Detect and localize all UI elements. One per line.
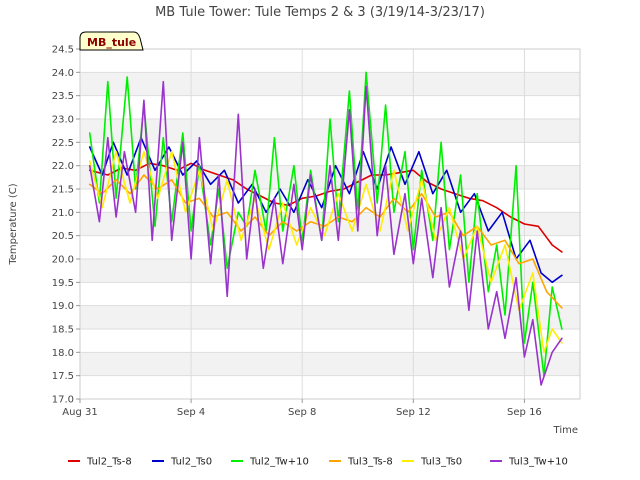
- chart-title: MB Tule Tower: Tule Temps 2 & 3 (3/19/14…: [155, 5, 485, 20]
- y-tick-label: 24.5: [52, 45, 74, 56]
- y-tick-label: 20.5: [52, 231, 74, 242]
- x-tick-label: Sep 4: [177, 407, 205, 418]
- x-tick-label: Sep 12: [396, 407, 431, 418]
- y-tick-label: 20.0: [52, 255, 74, 266]
- grid-band: [80, 49, 580, 73]
- y-tick-label: 23.0: [52, 115, 74, 126]
- legend-label: Tul2_Ts0: [170, 457, 212, 468]
- legend-label: Tul2_Ts-8: [86, 457, 132, 468]
- y-tick-label: 18.5: [52, 325, 74, 336]
- y-tick-label: 24.0: [52, 68, 74, 79]
- x-tick-label: Sep 8: [288, 407, 316, 418]
- y-tick-label: 19.5: [52, 278, 74, 289]
- badge-label: MB_tule: [87, 36, 136, 49]
- x-axis-ticks: Aug 31 Sep 4 Sep 8 Sep 12 Sep 16: [62, 399, 542, 418]
- grid-band: [80, 95, 580, 119]
- y-tick-label: 18.0: [52, 348, 74, 359]
- y-tick-label: 21.5: [52, 185, 74, 196]
- x-tick-label: Aug 31: [62, 407, 97, 418]
- y-tick-label: 22.5: [52, 138, 74, 149]
- legend-label: Tul3_Ts0: [420, 457, 462, 468]
- y-tick-label: 17.5: [52, 371, 74, 382]
- legend-label: Tul2_Tw+10: [249, 457, 309, 468]
- grid-band: [80, 282, 580, 306]
- grid-band: [80, 72, 580, 96]
- grid-band: [80, 352, 580, 376]
- x-tick-label: Sep 16: [507, 407, 542, 418]
- badge: MB_tule: [79, 31, 144, 51]
- y-tick-label: 17.0: [52, 395, 74, 406]
- grid-band: [80, 142, 580, 166]
- legend-label: Tul3_Tw+10: [508, 457, 568, 468]
- grid-band: [80, 329, 580, 353]
- legend: Tul2_Ts-8 Tul2_Ts0 Tul2_Tw+10 Tul3_Ts-8 Tul3…: [68, 457, 568, 468]
- y-tick-label: 21.0: [52, 208, 74, 219]
- grid-band: [80, 375, 580, 399]
- x-axis-label: Time: [553, 425, 578, 436]
- y-tick-label: 19.0: [52, 301, 74, 312]
- chart: MB Tule Tower: Tule Temps 2 & 3 (3/19/14…: [8, 5, 581, 468]
- y-tick-label: 22.0: [52, 161, 74, 172]
- grid-band: [80, 259, 580, 283]
- y-axis-ticks: 17.0 17.5 18.0 18.5 19.0 19.5 20.0 20.5 21.0 21.5…: [52, 45, 80, 406]
- legend-label: Tul3_Ts-8: [347, 457, 393, 468]
- y-axis-label: Temperature (C): [8, 183, 19, 265]
- y-tick-label: 23.5: [52, 91, 74, 102]
